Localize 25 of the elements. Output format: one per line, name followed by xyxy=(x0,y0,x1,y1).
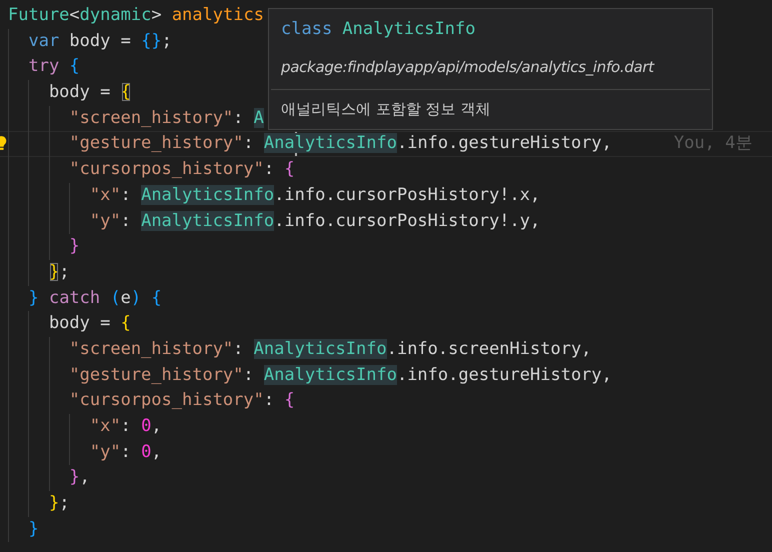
code-line: "x": 0, xyxy=(90,415,162,438)
code-line: body = { xyxy=(48,81,131,104)
code-line: }, xyxy=(69,466,90,490)
code-line: try { xyxy=(28,55,80,78)
code-line: "screen_history": AnalyticsInfo.info.screenHistory, xyxy=(69,338,592,361)
code-line: var body = {}; xyxy=(28,30,172,53)
code-line: "gesture_history": AnalyticsInfo.info.gestureHistory, xyxy=(69,364,612,387)
code-line: } xyxy=(69,235,80,258)
code-line: Future<dynamic> analytics xyxy=(8,4,264,27)
code-line: }; xyxy=(48,260,70,284)
code-line: "x": AnalyticsInfo.info.cursorPosHistory!.x, xyxy=(90,184,540,207)
package-path: package:findplayapp/api/models/analytics_info.dart xyxy=(280,57,656,78)
class-signature: class AnalyticsInfo xyxy=(280,18,476,41)
code-line: } catch (e) { xyxy=(28,286,162,310)
code-line: "cursorpos_history": { xyxy=(69,158,295,182)
code-line: "gesture_history": AnalyticsInfo.info.gestureHistory, xyxy=(69,131,612,158)
blame-annotation: You, 4분 xyxy=(674,132,752,156)
code-line: "screen_history": A xyxy=(69,106,264,130)
class-description: 애널리틱스에 포함할 정보 객체 xyxy=(280,99,492,120)
code-line: } xyxy=(28,518,39,541)
code-line: body = { xyxy=(48,312,131,336)
code-line: "y": AnalyticsInfo.info.cursorPosHistory!.y, xyxy=(90,210,540,232)
code-line: "cursorpos_history": { xyxy=(69,389,295,412)
code-line: }; xyxy=(48,492,70,516)
code-line: "y": 0, xyxy=(90,440,162,464)
